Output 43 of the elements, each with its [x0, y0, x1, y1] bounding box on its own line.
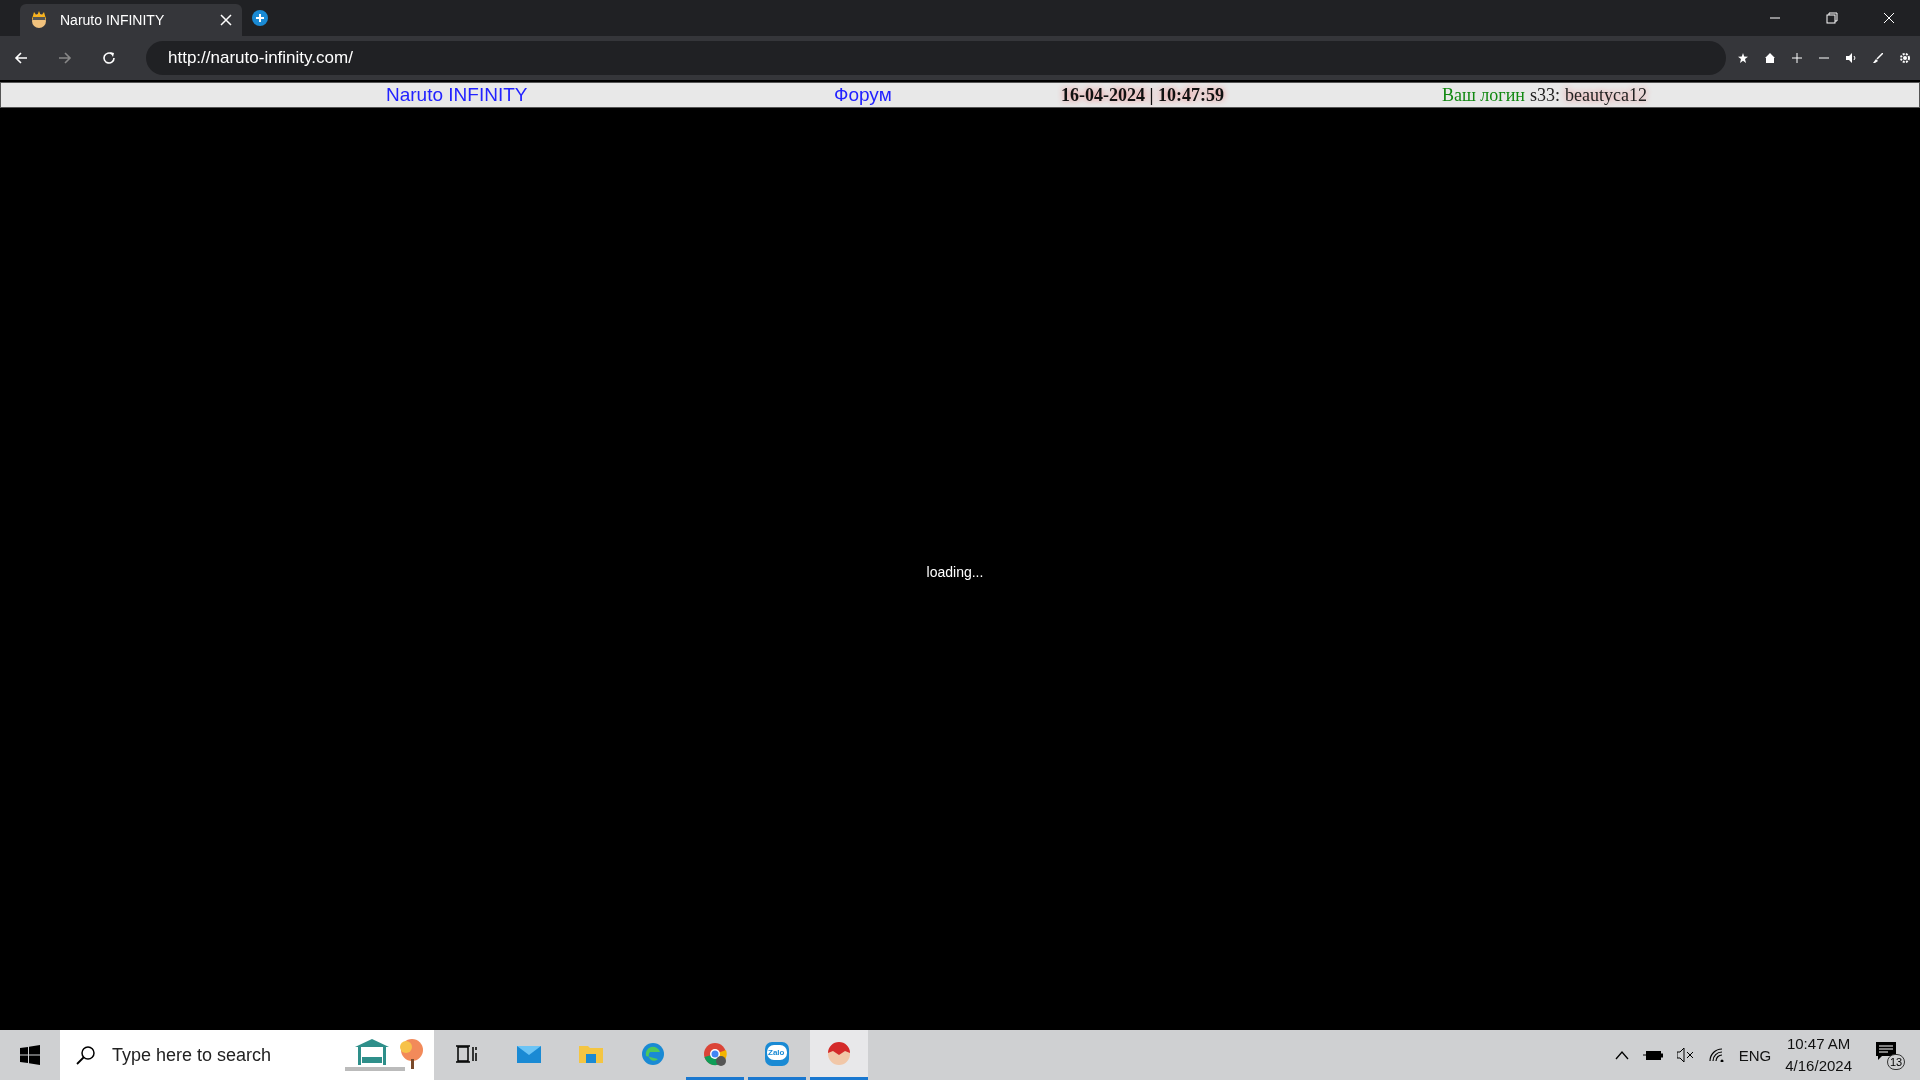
site-link[interactable]: Naruto INFINITY	[386, 84, 834, 106]
windows-logo-icon	[20, 1045, 40, 1065]
back-icon[interactable]	[14, 51, 28, 65]
wifi-icon[interactable]	[1708, 1048, 1725, 1062]
close-icon[interactable]	[220, 14, 232, 26]
chevron-up-icon[interactable]	[1614, 1050, 1629, 1060]
reload-icon[interactable]	[102, 51, 116, 65]
settings-icon[interactable]	[1900, 53, 1910, 63]
clock[interactable]: 10:47 AM 4/16/2024	[1785, 1033, 1852, 1077]
chat-bubble-icon	[765, 1041, 789, 1066]
language-indicator[interactable]: ENG	[1738, 1046, 1772, 1064]
search-icon	[76, 1045, 96, 1065]
home-icon[interactable]	[1765, 53, 1775, 63]
date-time: 16-04-2024 | 10:47:59	[1061, 84, 1225, 106]
address-field[interactable]: http://naruto-infinity.com/	[146, 41, 1726, 75]
loading-text: loading...	[926, 564, 984, 580]
masked-head-icon	[827, 1041, 851, 1066]
forward-icon[interactable]	[58, 51, 72, 65]
battery-icon[interactable]	[1642, 1049, 1663, 1061]
taskbar-app-button[interactable]: Zalo	[748, 1030, 806, 1080]
wave-logo-icon	[641, 1041, 665, 1066]
notifications-button[interactable]: 13	[1876, 1038, 1906, 1072]
brush-icon[interactable]	[1873, 53, 1883, 63]
login-label: Ваш логин	[1442, 84, 1525, 106]
plus-icon[interactable]	[1792, 53, 1802, 63]
browser-tab[interactable]: Naruto INFINITY	[20, 4, 242, 36]
taskbar-app-button[interactable]	[810, 1030, 868, 1080]
cartoon-face-icon	[30, 11, 48, 29]
restore-icon[interactable]	[1826, 12, 1838, 24]
server-label: s33:	[1530, 84, 1560, 106]
search-field[interactable]: Type here to search	[110, 1043, 326, 1067]
forum-link[interactable]: Форум	[834, 84, 1061, 106]
message-icon	[1876, 1042, 1896, 1060]
app-label: Zalo	[768, 1047, 785, 1057]
close-icon[interactable]	[1883, 12, 1895, 24]
muted-speaker-icon[interactable]	[1676, 1048, 1695, 1062]
notification-count: 13	[1887, 1054, 1906, 1070]
username: beautyca12	[1565, 84, 1647, 106]
speaker-icon[interactable]	[1846, 53, 1856, 63]
star-icon[interactable]	[1738, 53, 1748, 63]
search-box[interactable]: Type here to search	[60, 1030, 434, 1080]
circle-logo-icon	[703, 1041, 727, 1066]
new-tab-icon[interactable]	[252, 10, 268, 26]
